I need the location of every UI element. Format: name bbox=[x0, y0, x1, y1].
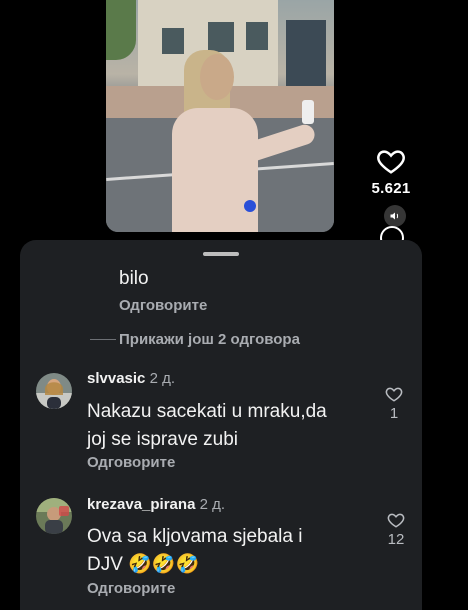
comment-reply-button[interactable]: Одговорите bbox=[87, 580, 175, 597]
reply-fragment-reply-button[interactable]: Одговорите bbox=[119, 297, 207, 314]
more-replies-row[interactable]: Прикажи још 2 одговора bbox=[90, 331, 300, 348]
heart-outline-icon bbox=[385, 387, 403, 402]
video-person-head bbox=[200, 54, 234, 100]
comment-reply-button[interactable]: Одговорите bbox=[87, 454, 175, 471]
sound-button[interactable] bbox=[384, 205, 406, 227]
avatar[interactable] bbox=[36, 373, 72, 409]
comment-header: slvvasic 2 д. bbox=[87, 370, 175, 387]
comment-like[interactable]: 12 bbox=[379, 511, 413, 548]
comment-text-line: Nakazu sacekati u mraku,da bbox=[87, 401, 327, 422]
video-actions: 5.621 bbox=[364, 146, 418, 197]
comment-time: 2 д. bbox=[149, 370, 175, 387]
comment-time: 2 д. bbox=[199, 496, 226, 513]
comment-text: Ova sa kljovama sjebala i DJV 🤣🤣🤣 bbox=[87, 525, 302, 577]
comment-username[interactable]: slvvasic bbox=[87, 370, 145, 387]
more-replies-divider bbox=[90, 339, 116, 340]
comments-sheet: bilo Одговорите Прикажи још 2 одговора s… bbox=[20, 240, 422, 610]
comment-text-line: joj se isprave zubi bbox=[87, 429, 239, 450]
reply-fragment-text: bilo bbox=[119, 268, 149, 289]
comment-like[interactable]: 1 bbox=[379, 385, 409, 422]
comment-header: krezava_pirana 2 д. bbox=[87, 496, 225, 513]
comment-username[interactable]: krezava_pirana bbox=[87, 496, 195, 513]
comment-like-count: 1 bbox=[389, 405, 399, 422]
more-replies-label[interactable]: Прикажи још 2 одговора bbox=[119, 331, 300, 348]
comment-text-line: DJV 🤣🤣🤣 bbox=[87, 554, 200, 575]
video-tree bbox=[106, 0, 136, 60]
avatar[interactable] bbox=[36, 498, 72, 534]
comment-text: Nakazu sacekati u mraku,da joj se isprav… bbox=[87, 400, 327, 452]
video-poster bbox=[286, 20, 326, 90]
video-microphone bbox=[244, 200, 256, 212]
comment-text-line: Ova sa kljovama sjebala i bbox=[87, 526, 303, 547]
heart-icon[interactable] bbox=[376, 146, 406, 176]
video-player[interactable] bbox=[106, 0, 334, 232]
video-phone bbox=[302, 100, 314, 124]
speaker-icon bbox=[390, 212, 399, 220]
video-like-count: 5.621 bbox=[371, 180, 411, 197]
comment-like-count: 12 bbox=[387, 531, 405, 548]
sheet-drag-handle[interactable] bbox=[203, 252, 239, 256]
video-person-body bbox=[172, 108, 258, 232]
heart-outline-icon bbox=[387, 513, 405, 528]
